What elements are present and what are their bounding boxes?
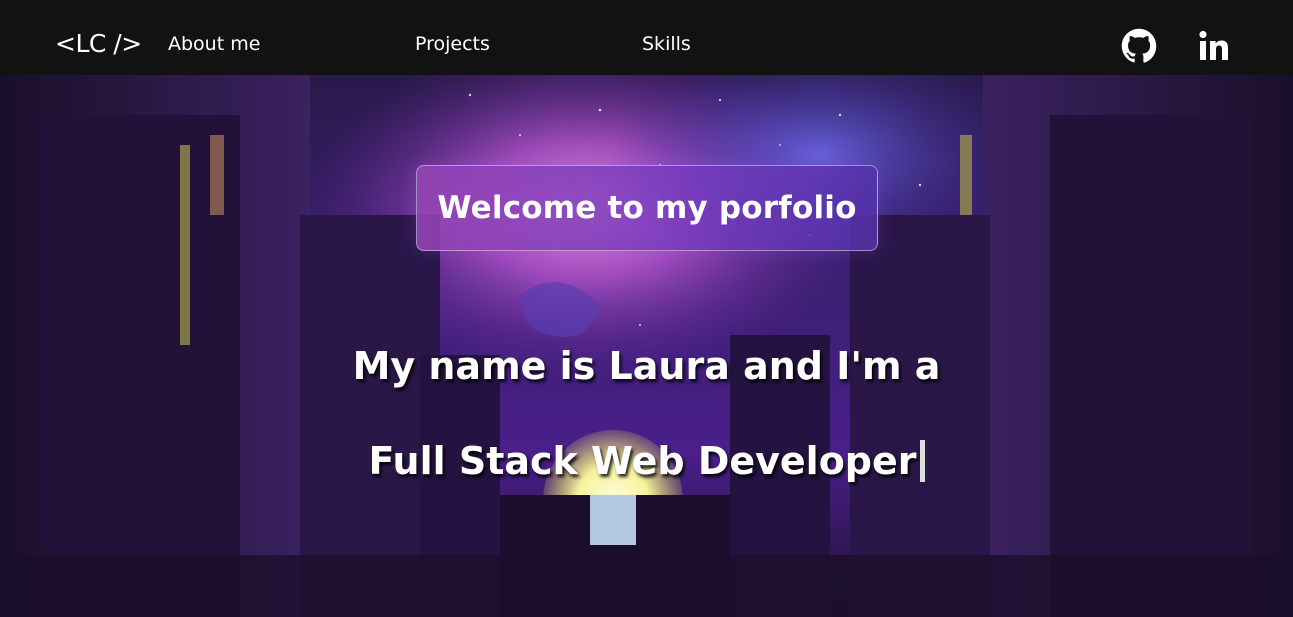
github-link[interactable] [1121,28,1157,64]
welcome-text: Welcome to my porfolio [437,190,857,226]
typing-cursor [919,440,925,482]
hero-section: Welcome to my porfolio My name is Laura … [0,75,1293,617]
linkedin-icon [1199,30,1228,60]
github-icon [1121,28,1157,63]
nav-link-skills[interactable]: Skills [642,31,691,57]
nav-link-projects[interactable]: Projects [415,31,490,57]
welcome-banner: Welcome to my porfolio [416,165,878,251]
intro-line: My name is Laura and I'm a [352,344,941,388]
linkedin-link[interactable] [1197,28,1233,64]
nav-link-about-me[interactable]: About me [168,31,260,57]
role-text: Full Stack Web Developer [368,439,917,483]
role-line: Full Stack Web Developer [0,435,1293,487]
navbar: <LC /> About me Projects Skills [0,0,1293,75]
site-logo[interactable]: <LC /> [55,26,142,62]
